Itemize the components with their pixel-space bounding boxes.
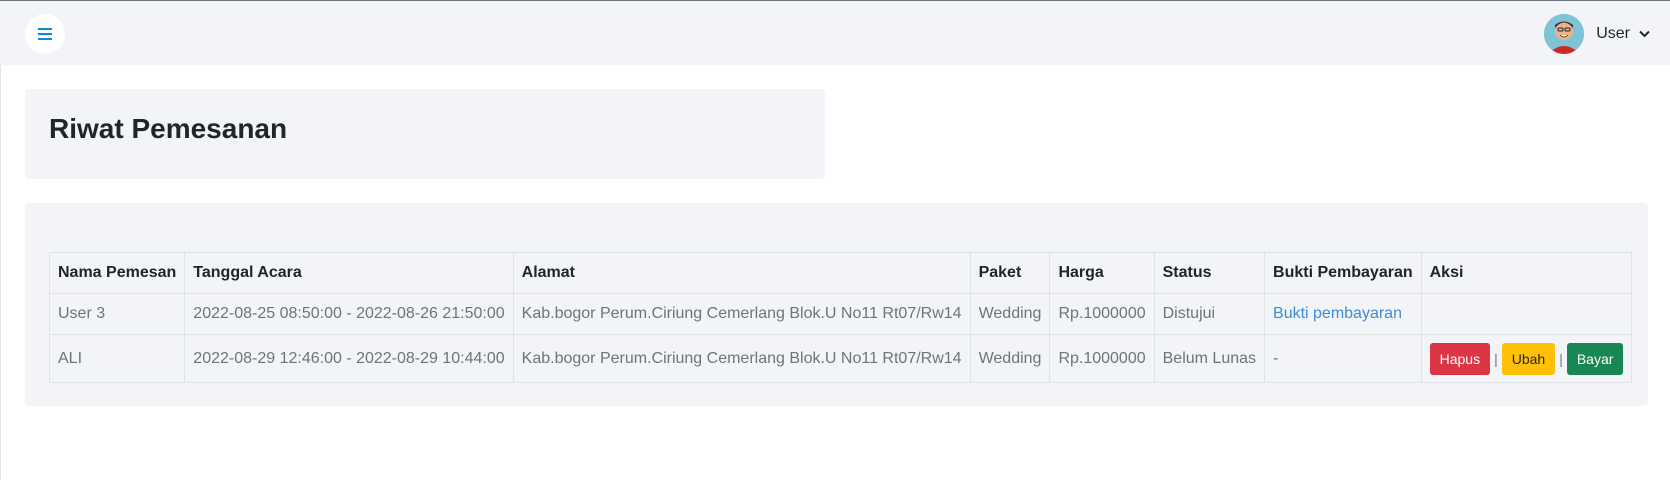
cell-aksi: Hapus | Ubah | Bayar: [1420, 334, 1633, 383]
orders-card: Nama Pemesan Tanggal Acara Alamat Paket …: [25, 203, 1648, 406]
column-header: Status: [1153, 252, 1266, 294]
top-navbar: User: [0, 0, 1670, 65]
cell-bukti: Bukti pembayaran: [1264, 293, 1422, 335]
cell-alamat: Kab.bogor Perum.Ciriung Cemerlang Blok.U…: [512, 334, 971, 383]
cell-tanggal: 2022-08-25 08:50:00 - 2022-08-26 21:50:0…: [184, 293, 514, 335]
table-row: ALI 2022-08-29 12:46:00 - 2022-08-29 10:…: [48, 334, 1633, 383]
cell-bukti: -: [1264, 334, 1422, 383]
table-header-row: Nama Pemesan Tanggal Acara Alamat Paket …: [48, 252, 1633, 294]
sidebar-toggle-button[interactable]: [25, 14, 65, 54]
page-title: Riwat Pemesanan: [49, 113, 288, 144]
column-header: Alamat: [512, 252, 971, 294]
column-header: Aksi: [1420, 252, 1633, 294]
column-header: Harga: [1049, 252, 1155, 294]
payment-proof-link[interactable]: Bukti pembayaran: [1273, 305, 1402, 322]
column-header: Nama Pemesan: [48, 252, 186, 294]
column-header: Paket: [969, 252, 1051, 294]
table-row: User 3 2022-08-25 08:50:00 - 2022-08-26 …: [48, 293, 1633, 335]
sidebar-edge: [0, 65, 1, 480]
cell-nama: User 3: [48, 293, 186, 335]
delete-button[interactable]: Hapus: [1429, 342, 1491, 375]
chevron-down-icon[interactable]: [1639, 30, 1650, 38]
column-header: Bukti Pembayaran: [1264, 252, 1422, 294]
cell-status: Belum Lunas: [1153, 334, 1266, 383]
edit-button[interactable]: Ubah: [1501, 342, 1556, 375]
hamburger-icon: [38, 28, 52, 40]
page-header-card: Riwat Pemesanan: [25, 89, 825, 179]
action-separator: |: [1559, 350, 1563, 367]
cell-tanggal: 2022-08-29 12:46:00 - 2022-08-29 10:44:0…: [184, 334, 514, 383]
cell-alamat: Kab.bogor Perum.Ciriung Cemerlang Blok.U…: [512, 293, 971, 335]
cell-status: Distujui: [1153, 293, 1266, 335]
column-header: Tanggal Acara: [184, 252, 514, 294]
user-menu[interactable]: User: [1544, 13, 1650, 55]
cell-aksi: [1420, 293, 1633, 335]
orders-table: Nama Pemesan Tanggal Acara Alamat Paket …: [48, 252, 1633, 383]
user-name[interactable]: User: [1596, 25, 1630, 43]
avatar[interactable]: [1544, 14, 1585, 54]
action-separator: |: [1494, 350, 1498, 367]
pay-button[interactable]: Bayar: [1566, 342, 1624, 375]
cell-harga: Rp.1000000: [1049, 293, 1155, 335]
cell-paket: Wedding: [969, 334, 1051, 383]
cell-paket: Wedding: [969, 293, 1051, 335]
cell-nama: ALI: [48, 334, 186, 383]
cell-harga: Rp.1000000: [1049, 334, 1155, 383]
